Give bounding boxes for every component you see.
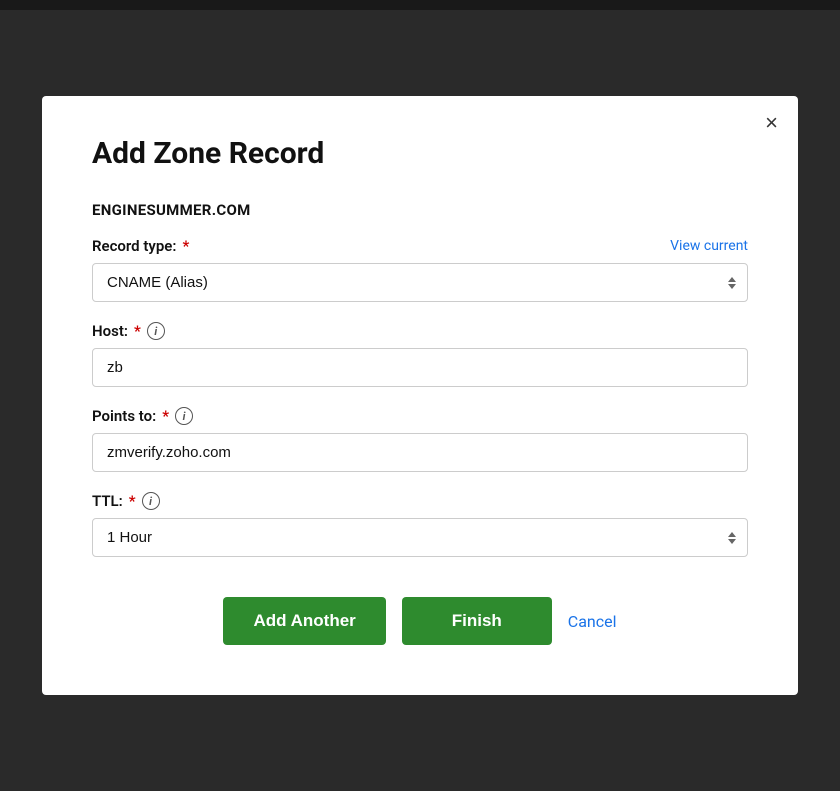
points-to-info-icon: i [175, 407, 193, 425]
modal-overlay: × Add Zone Record ENGINESUMMER.COM Recor… [0, 0, 840, 791]
points-to-label: Points to: * i [92, 407, 193, 425]
add-another-button[interactable]: Add Another [223, 597, 385, 645]
modal-dialog: × Add Zone Record ENGINESUMMER.COM Recor… [42, 96, 798, 695]
ttl-label: TTL: * i [92, 492, 160, 510]
view-current-link[interactable]: View current [670, 238, 748, 254]
modal-title: Add Zone Record [92, 136, 748, 171]
domain-name: ENGINESUMMER.COM [92, 201, 748, 219]
close-button[interactable]: × [765, 112, 778, 134]
finish-button[interactable]: Finish [402, 597, 552, 645]
host-field: Host: * i [92, 322, 748, 387]
record-type-select[interactable]: A (Address) AAAA (IPv6 Address) CNAME (A… [92, 263, 748, 302]
ttl-required: * [129, 492, 136, 510]
record-type-required: * [182, 237, 189, 255]
ttl-field: TTL: * i 1/2 Hour 1 Hour 2 Hours 4 Hours… [92, 492, 748, 557]
host-label: Host: * i [92, 322, 165, 340]
record-type-select-wrapper: A (Address) AAAA (IPv6 Address) CNAME (A… [92, 263, 748, 302]
points-to-required: * [162, 407, 169, 425]
host-required: * [134, 322, 141, 340]
record-type-label: Record type: * [92, 237, 189, 255]
ttl-select[interactable]: 1/2 Hour 1 Hour 2 Hours 4 Hours 8 Hours … [92, 518, 748, 557]
button-row: Add Another Finish Cancel [92, 597, 748, 645]
points-to-field: Points to: * i [92, 407, 748, 472]
points-to-input[interactable] [92, 433, 748, 472]
host-info-icon: i [147, 322, 165, 340]
ttl-info-icon: i [142, 492, 160, 510]
host-input[interactable] [92, 348, 748, 387]
ttl-select-wrapper: 1/2 Hour 1 Hour 2 Hours 4 Hours 8 Hours … [92, 518, 748, 557]
record-type-field: Record type: * View current A (Address) … [92, 237, 748, 302]
cancel-button[interactable]: Cancel [568, 612, 617, 631]
